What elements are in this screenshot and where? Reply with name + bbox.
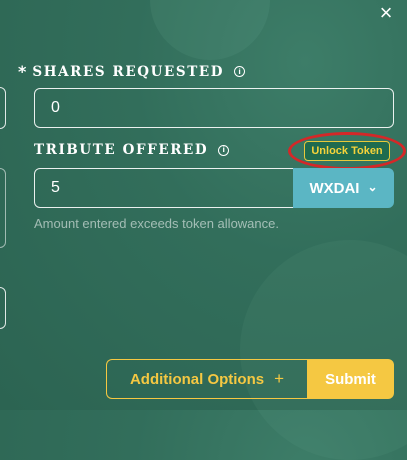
submit-button[interactable]: Submit [307,359,394,399]
shares-requested-label-text: SHARES REQUESTED [32,63,225,80]
plus-icon: + [274,369,285,388]
required-mark: * [18,62,27,81]
info-icon[interactable]: i [234,66,246,77]
token-select-value: WXDAI [309,179,360,197]
shares-requested-input[interactable]: 0 [34,88,394,128]
additional-options-label: Additional Options [129,370,265,388]
unlock-token-button[interactable]: Unlock Token [304,141,390,161]
highlight-circle-annotation: Unlock Token [288,132,406,170]
token-select[interactable]: WXDAI ⌄ [293,168,394,208]
shares-requested-label: * SHARES REQUESTED i [18,62,246,81]
tribute-offered-label: TRIBUTE OFFERED i [34,142,230,158]
tribute-offered-input[interactable]: 5 [34,168,294,208]
shares-requested-value: 0 [51,99,60,116]
action-button-group: Additional Options + Submit [106,359,394,399]
info-icon[interactable]: i [218,144,230,156]
background-watermark [150,0,270,60]
left-column-textarea-fragment[interactable] [0,168,6,248]
background-watermark [240,240,407,460]
tribute-offered-value: 5 [51,179,60,196]
allowance-helper-text: Amount entered exceeds token allowance. [34,216,279,231]
left-column-field-fragment[interactable] [0,87,6,129]
close-icon[interactable]: × [375,2,397,24]
left-column-field-fragment[interactable] [0,287,6,329]
tribute-offered-label-text: TRIBUTE OFFERED [34,142,209,158]
additional-options-button[interactable]: Additional Options + [106,359,307,399]
chevron-down-icon: ⌄ [367,180,378,194]
